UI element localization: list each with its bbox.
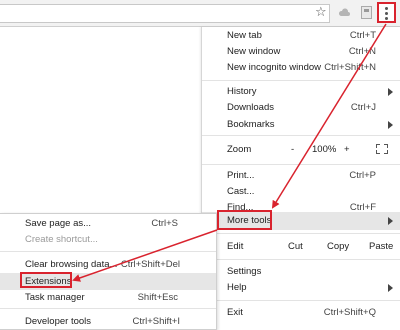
menu-item-label: Save page as... [25, 218, 92, 229]
cloud-icon[interactable] [338, 8, 350, 16]
menu-separator [0, 308, 216, 309]
menu-item-shortcut: Ctrl+N [348, 46, 376, 57]
submenu-item-save-page[interactable]: Save page as... Ctrl+S [0, 215, 216, 232]
menu-item-label: Create shortcut... [25, 234, 98, 245]
menu-item-shortcut: Ctrl+Shift+I [132, 316, 180, 327]
browser-menu: New tab Ctrl+T New window Ctrl+N New inc… [201, 27, 400, 330]
extension-icon[interactable] [361, 6, 372, 19]
menu-separator [0, 251, 216, 252]
fullscreen-icon[interactable] [376, 144, 388, 154]
menu-item-label: Downloads [227, 102, 274, 113]
menu-item-label: History [227, 86, 257, 97]
menu-button[interactable] [377, 2, 396, 23]
menu-item-label: Exit [227, 307, 243, 318]
menu-separator [202, 164, 400, 165]
star-icon[interactable]: ☆ [315, 5, 327, 21]
chevron-right-icon [388, 88, 393, 96]
menu-separator [202, 135, 400, 136]
chevron-right-icon [388, 121, 393, 129]
submenu-item-create-shortcut: Create shortcut... [0, 231, 216, 248]
corner [376, 150, 380, 154]
address-bar[interactable] [0, 4, 330, 23]
copy-button[interactable]: Copy [327, 241, 349, 252]
corner [384, 150, 388, 154]
menu-item-shortcut: Ctrl+Shift+Q [323, 307, 376, 318]
menu-item-label: New tab [227, 30, 262, 41]
menu-item-shortcut: Ctrl+S [151, 218, 178, 229]
menu-item-bookmarks[interactable]: Bookmarks [202, 116, 400, 134]
zoom-out-button[interactable]: - [291, 144, 294, 155]
submenu-item-developer-tools[interactable]: Developer tools Ctrl+Shift+I [0, 313, 216, 330]
menu-item-label: Developer tools [25, 316, 92, 327]
menu-item-exit[interactable]: Exit Ctrl+Shift+Q [202, 304, 400, 322]
menu-item-label: Help [227, 282, 247, 293]
menu-item-help[interactable]: Help [202, 279, 400, 297]
menu-item-label: Bookmarks [227, 119, 275, 130]
menu-item-shortcut: Ctrl+T [349, 30, 376, 41]
dot [385, 12, 388, 15]
menu-item-label: Clear browsing data... [25, 259, 118, 270]
menu-separator [202, 300, 400, 301]
menu-item-edit: Edit Cut Copy Paste [202, 238, 400, 256]
menu-item-label: New incognito window [227, 62, 321, 73]
menu-separator [202, 80, 400, 81]
menu-separator [202, 259, 400, 260]
highlight-box-extensions [20, 272, 72, 288]
menu-item-label: Edit [227, 241, 244, 252]
zoom-level: 100% [312, 144, 337, 155]
menu-item-shortcut: Ctrl+J [350, 102, 376, 113]
corner [384, 144, 388, 148]
menu-item-label: Settings [227, 266, 262, 277]
menu-separator [202, 233, 400, 234]
menu-item-label: Cast... [227, 186, 255, 197]
corner [376, 144, 380, 148]
menu-item-shortcut: Ctrl+Shift+Del [120, 259, 180, 270]
chevron-right-icon [388, 284, 393, 292]
submenu-item-clear-browsing-data[interactable]: Clear browsing data... Ctrl+Shift+Del [0, 256, 216, 273]
menu-item-shortcut: Shift+Esc [137, 292, 178, 303]
paste-button[interactable]: Paste [369, 241, 393, 252]
highlight-box-more-tools [217, 210, 272, 230]
browser-toolbar: ☆ [0, 0, 400, 27]
zoom-in-button[interactable]: + [344, 144, 350, 155]
menu-item-shortcut: Ctrl+Shift+N [324, 62, 376, 73]
cut-button[interactable]: Cut [288, 241, 303, 252]
menu-item-zoom: Zoom - 100% + [202, 141, 400, 159]
menu-item-label: Zoom [227, 144, 252, 155]
chevron-right-icon [388, 217, 393, 225]
menu-item-new-incognito-window[interactable]: New incognito window Ctrl+Shift+N [202, 59, 400, 77]
page-content [0, 28, 200, 213]
submenu-item-task-manager[interactable]: Task manager Shift+Esc [0, 289, 216, 306]
menu-item-label: Task manager [25, 292, 85, 303]
menu-item-label: Print... [227, 170, 255, 181]
dot [385, 17, 388, 20]
menu-item-downloads[interactable]: Downloads Ctrl+J [202, 99, 400, 117]
menu-item-label: New window [227, 46, 281, 57]
menu-item-shortcut: Ctrl+P [349, 170, 376, 181]
vertical-dots-icon [385, 7, 388, 10]
